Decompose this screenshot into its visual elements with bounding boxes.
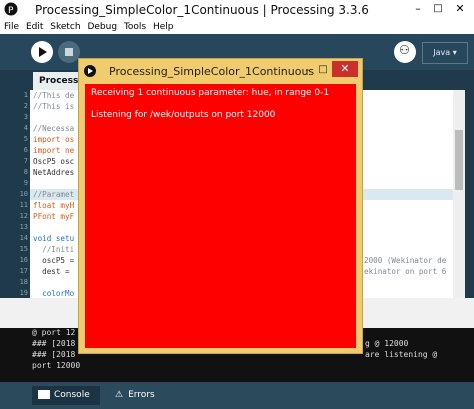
console-line: @ port 12 bbox=[32, 328, 76, 337]
console-fragment: g @ 12000 bbox=[365, 339, 409, 348]
console-line: ### [2018 bbox=[32, 339, 76, 348]
console-icon bbox=[38, 390, 50, 399]
line-number: 15 bbox=[19, 245, 28, 253]
warning-icon: ⚠ bbox=[115, 390, 124, 400]
console-tab-bar: Console ⚠ Errors bbox=[0, 382, 474, 409]
menu-debug[interactable]: Debug bbox=[87, 20, 117, 34]
scrollbar-thumb[interactable] bbox=[455, 130, 463, 190]
stop-button[interactable] bbox=[58, 41, 80, 63]
debug-button[interactable] bbox=[394, 41, 416, 63]
line-number: 8 bbox=[23, 168, 28, 176]
code-line: import os bbox=[33, 135, 75, 144]
line-number: 18 bbox=[19, 278, 28, 286]
sketch-window[interactable]: Processing_SimpleColor_1Continuous – □ ✕… bbox=[78, 58, 363, 354]
sketch-window-title: Processing_SimpleColor_1Continuous bbox=[109, 65, 315, 78]
line-number: 11 bbox=[19, 201, 28, 209]
console-tab-label: Console bbox=[54, 390, 90, 400]
editor-scrollbar[interactable] bbox=[453, 90, 465, 298]
menu-help[interactable]: Help bbox=[153, 20, 174, 34]
line-number: 5 bbox=[23, 135, 28, 143]
ide-close-button[interactable]: ✕ bbox=[448, 0, 472, 18]
status-text-listening: Listening for /wek/outputs on port 12000 bbox=[91, 110, 276, 120]
ide-minimize-button[interactable]: – bbox=[408, 0, 428, 18]
code-line: oscP5 = bbox=[33, 256, 75, 265]
line-number: 19 bbox=[19, 289, 28, 297]
line-number: 13 bbox=[19, 223, 28, 231]
line-number: 4 bbox=[23, 124, 28, 132]
window-title: Processing_SimpleColor_1Continuous | Pro… bbox=[35, 3, 369, 17]
console-fragment: are listening @ bbox=[365, 350, 438, 359]
code-fragment: 2000 (Wekinator de bbox=[364, 256, 447, 265]
menu-file[interactable]: File bbox=[4, 20, 19, 34]
line-number: 3 bbox=[23, 113, 28, 121]
console-line: port 12000 bbox=[32, 361, 81, 370]
code-line: void setu bbox=[33, 234, 75, 243]
line-number: 1 bbox=[23, 91, 28, 99]
maximize-button[interactable]: □ bbox=[315, 62, 331, 78]
code-line: import ne bbox=[33, 146, 75, 155]
code-line: //Paramet bbox=[33, 190, 75, 199]
menu-tools[interactable]: Tools bbox=[124, 20, 146, 34]
menu-bar: File Edit Sketch Debug Tools Help bbox=[0, 20, 474, 34]
sketch-title-bar[interactable]: Processing_SimpleColor_1Continuous – □ ✕ bbox=[79, 59, 362, 84]
code-line: NetAddres bbox=[33, 168, 75, 177]
menu-sketch[interactable]: Sketch bbox=[50, 20, 80, 34]
processing-app-icon bbox=[84, 65, 96, 77]
line-number: 2 bbox=[23, 102, 28, 110]
sketch-canvas[interactable]: Receiving 1 continuous parameter: hue, i… bbox=[85, 84, 356, 348]
line-number: 14 bbox=[19, 234, 28, 242]
line-number-gutter: 1 2 3 4 5 6 7 8 9 10 11 12 13 14 15 16 1… bbox=[0, 90, 30, 298]
code-line: //This de bbox=[33, 91, 75, 100]
title-bar: P Processing_SimpleColor_1Continuous | P… bbox=[0, 0, 474, 20]
console-line: ### [2018 bbox=[32, 350, 76, 359]
code-line: //This is bbox=[33, 102, 75, 111]
line-number: 17 bbox=[19, 267, 28, 275]
line-number: 10 bbox=[19, 190, 28, 198]
tab-errors[interactable]: ⚠ Errors bbox=[110, 386, 170, 405]
tab-sketch[interactable]: Processing_SimpleColor_1Continuous bbox=[33, 72, 83, 90]
code-line: //Necessa bbox=[33, 124, 75, 133]
line-number: 16 bbox=[19, 256, 28, 264]
ide-maximize-button[interactable]: □ bbox=[428, 0, 448, 18]
mode-selector[interactable]: Java ▾ bbox=[422, 42, 468, 64]
code-line: PFont myF bbox=[33, 212, 75, 221]
code-line: colorMo bbox=[33, 289, 75, 298]
close-button[interactable]: ✕ bbox=[332, 61, 358, 77]
line-number: 12 bbox=[19, 212, 28, 220]
line-number: 6 bbox=[23, 146, 28, 154]
code-fragment: ekinator on port 6 bbox=[364, 267, 447, 276]
code-line: //Initi bbox=[33, 245, 75, 254]
line-number: 9 bbox=[23, 179, 28, 187]
status-text-params: Receiving 1 continuous parameter: hue, i… bbox=[91, 88, 330, 98]
errors-tab-label: Errors bbox=[128, 390, 155, 400]
run-button[interactable] bbox=[31, 41, 53, 63]
code-line: float myH bbox=[33, 201, 75, 210]
code-line: dest = bbox=[33, 267, 75, 276]
line-number: 7 bbox=[23, 157, 28, 165]
tab-console[interactable]: Console bbox=[32, 386, 100, 405]
code-line: OscP5 osc bbox=[33, 157, 75, 166]
menu-edit[interactable]: Edit bbox=[26, 20, 43, 34]
